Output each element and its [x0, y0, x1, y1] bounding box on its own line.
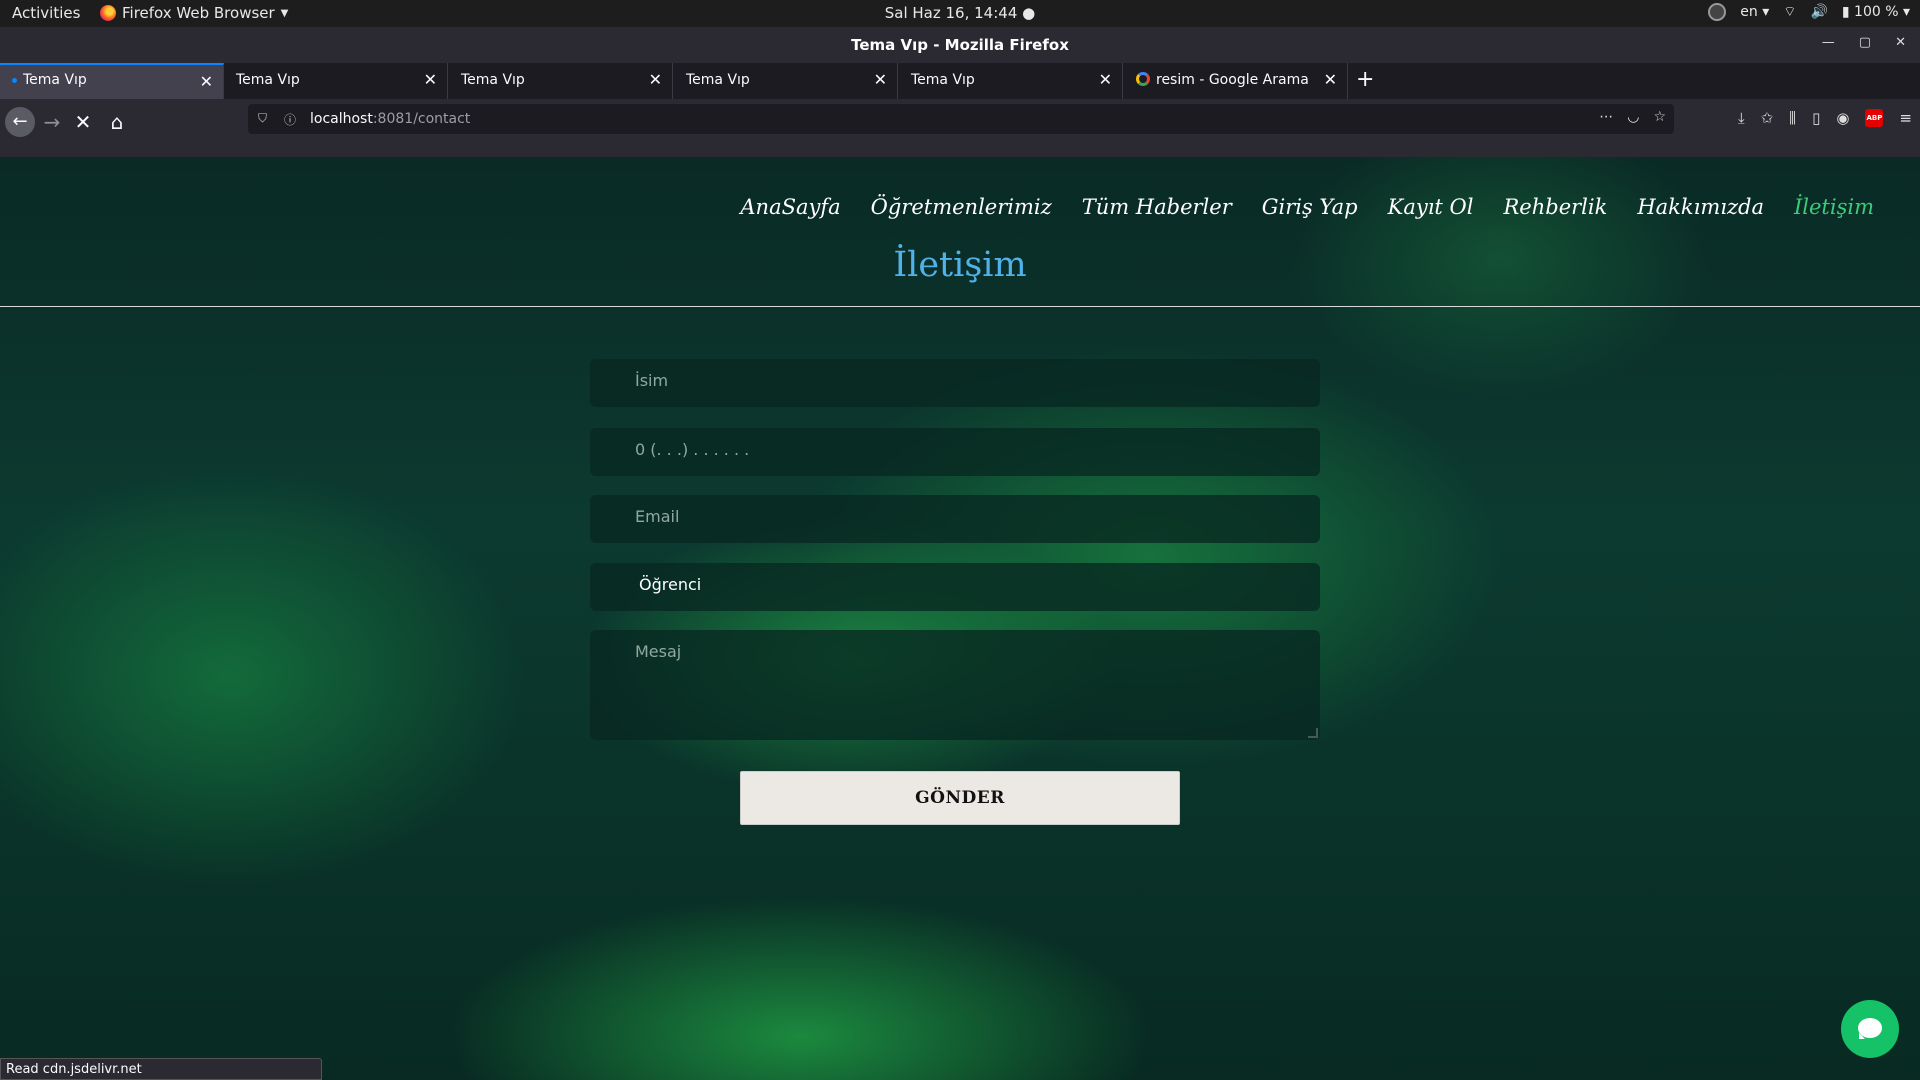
divider — [0, 306, 1920, 307]
close-tab-icon[interactable]: ✕ — [200, 72, 213, 91]
nav-link-about[interactable]: Hakkımızda — [1637, 195, 1764, 219]
tab-6[interactable]: resim - Google Arama ✕ — [1124, 63, 1348, 99]
tab-3[interactable]: Tema Vıp ✕ — [449, 63, 673, 99]
email-input[interactable]: Email — [590, 495, 1320, 543]
language-indicator[interactable]: en ▾ — [1740, 4, 1769, 20]
resize-handle-icon[interactable] — [1308, 728, 1318, 738]
loading-dot-icon — [12, 77, 17, 83]
tab-4[interactable]: Tema Vıp ✕ — [674, 63, 898, 99]
clock[interactable]: Sal Haz 16, 14:44 — [885, 4, 1018, 22]
adblock-icon[interactable]: ABP — [1865, 109, 1884, 127]
tab-label: Tema Vıp — [461, 72, 525, 88]
nav-link-register[interactable]: Kayıt Ol — [1388, 195, 1474, 219]
tab-5[interactable]: Tema Vıp ✕ — [899, 63, 1123, 99]
tab-label: Tema Vıp — [236, 72, 300, 88]
phone-input[interactable]: 0 (. . .) . . . . . . — [590, 428, 1320, 476]
close-tab-icon[interactable]: ✕ — [424, 70, 437, 89]
nav-link-news[interactable]: Tüm Haberler — [1082, 195, 1232, 219]
nav-link-home[interactable]: AnaSayfa — [740, 195, 840, 219]
account-icon[interactable]: ◉ — [1836, 109, 1849, 127]
info-icon[interactable]: ⓘ — [284, 111, 296, 128]
tab-label: resim - Google Arama — [1156, 72, 1309, 88]
message-placeholder: Mesaj — [635, 642, 682, 661]
tab-label: Tema Vıp — [686, 72, 750, 88]
battery-indicator: ▮ 100 % ▾ — [1841, 4, 1910, 20]
tab-1[interactable]: Tema Vıp ✕ — [0, 63, 224, 99]
role-select[interactable]: Öğrenci — [590, 563, 1320, 611]
close-tab-icon[interactable]: ✕ — [874, 70, 887, 89]
wifi-icon: ⌔ — [1783, 4, 1797, 20]
web-page: AnaSayfa Öğretmenlerimiz Tüm Haberler Gi… — [0, 157, 1920, 1080]
stop-button[interactable]: ✕ — [68, 107, 98, 137]
nav-link-teachers[interactable]: Öğretmenlerimiz — [871, 195, 1052, 219]
shield-icon[interactable]: ⛉ — [258, 111, 267, 126]
nav-link-guidance[interactable]: Rehberlik — [1503, 195, 1607, 219]
window-title-bar: Tema Vıp - Mozilla Firefox — ▢ ✕ — [0, 27, 1920, 63]
name-input[interactable]: İsim — [590, 359, 1320, 407]
minimize-icon[interactable]: — — [1822, 35, 1835, 50]
nav-toolbar: ← → ✕ ⌂ ⛉ ⓘ localhost:8081/contact ⋯ ◡ ☆… — [0, 99, 1920, 157]
bookmarks-icon[interactable]: ✩ — [1761, 109, 1774, 127]
tab-label: Tema Vıp — [23, 72, 87, 88]
submit-button[interactable]: GÖNDER — [740, 771, 1180, 825]
system-indicators[interactable]: en ▾ ⌔ 🔊 ▮ 100 % ▾ — [1708, 3, 1910, 21]
url-text[interactable]: localhost:8081/contact — [310, 111, 470, 127]
pocket-icon[interactable]: ◡ — [1627, 109, 1639, 125]
maximize-icon[interactable]: ▢ — [1859, 35, 1871, 50]
site-nav: AnaSayfa Öğretmenlerimiz Tüm Haberler Gi… — [740, 195, 1874, 219]
home-button[interactable]: ⌂ — [102, 107, 132, 137]
volume-icon: 🔊 — [1810, 4, 1828, 20]
download-icon[interactable]: ⤓ — [1738, 109, 1745, 127]
tab-2[interactable]: Tema Vıp ✕ — [224, 63, 448, 99]
close-tab-icon[interactable]: ✕ — [1324, 70, 1337, 89]
sidebar-icon[interactable]: ▯ — [1812, 109, 1820, 127]
nav-link-contact[interactable]: İletişim — [1794, 195, 1874, 219]
library-icon[interactable]: ⫼ — [1789, 109, 1796, 127]
close-tab-icon[interactable]: ✕ — [649, 70, 662, 89]
chevron-down-icon: ▼ — [280, 7, 289, 19]
message-textarea[interactable]: Mesaj — [590, 630, 1320, 740]
close-window-icon[interactable]: ✕ — [1895, 35, 1906, 50]
chat-widget-button[interactable] — [1841, 1000, 1899, 1058]
activities-button[interactable]: Activities — [12, 4, 80, 22]
page-title: İletişim — [893, 245, 1027, 285]
nav-link-login[interactable]: Giriş Yap — [1262, 195, 1358, 219]
new-tab-button[interactable]: + — [1356, 67, 1374, 92]
system-top-bar: Activities Firefox Web Browser ▼ Sal Haz… — [0, 0, 1920, 27]
firefox-icon — [100, 5, 116, 21]
bookmark-star-icon[interactable]: ☆ — [1653, 109, 1666, 125]
url-bar[interactable]: ⛉ ⓘ localhost:8081/contact ⋯ ◡ ☆ — [248, 104, 1674, 134]
menu-icon[interactable]: ≡ — [1899, 109, 1912, 127]
back-button[interactable]: ← — [5, 107, 35, 137]
app-menu[interactable]: Firefox Web Browser ▼ — [100, 4, 288, 22]
window-title: Tema Vıp - Mozilla Firefox — [851, 36, 1069, 54]
accessibility-icon[interactable] — [1708, 3, 1727, 21]
notification-dot-icon: ● — [1022, 4, 1036, 22]
status-bar: Read cdn.jsdelivr.net — [0, 1058, 322, 1080]
google-icon — [1136, 72, 1150, 86]
tab-strip: Tema Vıp ✕ Tema Vıp ✕ Tema Vıp ✕ Tema Vı… — [0, 63, 1920, 99]
tab-label: Tema Vıp — [911, 72, 975, 88]
close-tab-icon[interactable]: ✕ — [1099, 70, 1112, 89]
app-menu-label: Firefox Web Browser — [122, 4, 275, 22]
forward-button[interactable]: → — [37, 107, 67, 137]
page-actions-icon[interactable]: ⋯ — [1599, 109, 1613, 125]
